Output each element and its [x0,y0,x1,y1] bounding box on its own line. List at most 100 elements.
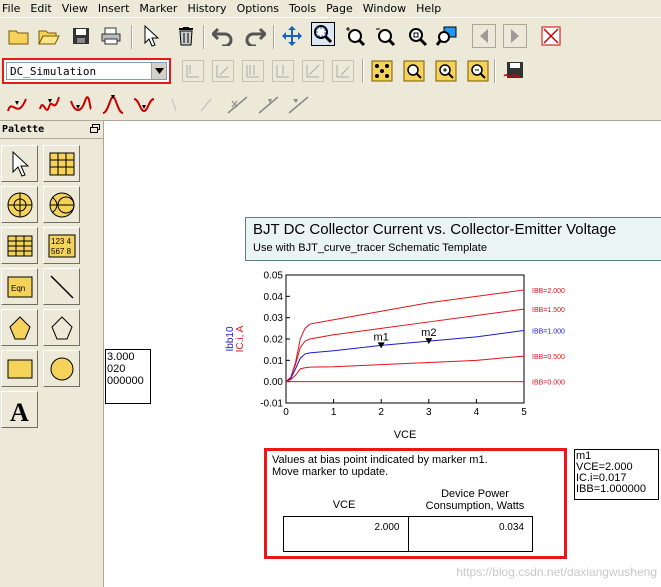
palette-rect-grid-button[interactable] [43,145,80,182]
palette-polar-button[interactable] [43,186,80,223]
menu-marker[interactable]: Marker [135,0,183,17]
y-axis-label: IC.i, A [235,325,246,352]
marker-new-icon[interactable] [6,93,30,117]
trace-option-button[interactable] [212,60,234,82]
trace-option-button[interactable] [332,60,354,82]
x-tick-label: 4 [474,407,480,418]
move-icon[interactable] [280,24,304,48]
marker-disabled-icon[interactable] [166,93,190,117]
zoom-in-grid-icon[interactable] [434,59,458,83]
save-icon[interactable] [69,24,93,48]
toolbar-separator [494,59,496,83]
menu-insert[interactable]: Insert [94,0,136,17]
series-label: IBB=2.000 [532,288,565,295]
redo-icon[interactable] [243,24,267,48]
menu-history[interactable]: History [183,0,232,17]
trace-option-button[interactable] [182,60,204,82]
vce-header: VCE [332,499,356,511]
close-icon[interactable] [539,24,563,48]
marker-min-icon[interactable] [69,93,93,117]
bias-table: 2.000 0.034 [283,516,533,552]
zoom-fit-icon[interactable] [405,24,429,48]
svg-text:567 8: 567 8 [51,247,72,256]
y-tick-label: 0.03 [264,313,284,324]
menu-view[interactable]: View [58,0,94,17]
power-value: 0.034 [498,522,524,533]
dataset-select-box: DC_Simulation [6,62,167,80]
marker-delta-icon[interactable] [287,93,311,117]
watermark: https://blog.csdn.net/daxiangwusheng [456,565,657,579]
menu-bar: File Edit View Insert Marker History Opt… [0,0,661,17]
bias-point-panel[interactable]: Values at bias point indicated by marker… [264,448,567,559]
zoom-out-grid-icon[interactable] [466,59,490,83]
undo-icon[interactable] [211,24,235,48]
menu-edit[interactable]: Edit [26,0,57,17]
series-label: IBB=0.500 [532,354,565,361]
palette-select-button[interactable] [1,145,38,182]
marker-toolbar [0,87,661,121]
palette-polyline-button[interactable] [43,309,80,346]
forward-icon[interactable] [503,24,527,48]
series-label: IBB=0.000 [532,380,565,387]
marker-valley-icon[interactable] [132,93,156,117]
marker-wave-icon[interactable] [38,93,62,117]
zoom-grid-icon[interactable] [402,59,426,83]
palette-text-button[interactable]: A [1,391,38,428]
trace-option-button[interactable] [302,60,324,82]
dataset-select-value: DC_Simulation [10,65,97,78]
x-tick-label: 5 [521,407,527,418]
menu-tools[interactable]: Tools [285,0,322,17]
marker-peak-icon[interactable] [101,93,125,117]
marker-delta-icon[interactable] [226,93,250,117]
marker-readout-box[interactable]: m1 VCE=2.000 IC.i=0.017 IBB=1.000000 [574,449,659,500]
palette-circle-button[interactable] [43,350,80,387]
zoom-out-icon[interactable] [373,24,397,48]
y-tick-label: 0.05 [264,271,284,282]
print-icon[interactable] [99,24,123,48]
restore-icon[interactable] [90,123,100,136]
open-folder-icon[interactable] [37,24,61,48]
trace-option-button[interactable] [242,60,264,82]
menu-help[interactable]: Help [412,0,447,17]
menu-window[interactable]: Window [359,0,412,17]
vce-cell: 2.000 [284,517,409,551]
marker-delta-icon[interactable] [257,93,281,117]
plot-frame [285,274,525,404]
palette-polygon-button[interactable] [1,309,38,346]
palette-rectangle-button[interactable] [1,350,38,387]
delete-icon[interactable] [174,24,198,48]
chevron-down-icon[interactable] [151,63,166,79]
zoom-box-icon[interactable] [311,22,335,46]
menu-page[interactable]: Page [322,0,359,17]
x-tick-label: 0 [283,407,289,418]
toolbar-separator [362,59,364,83]
dataset-toolbar: DC_Simulation [0,54,661,87]
marker-label: m1 [374,331,389,343]
palette-list-button[interactable] [1,227,38,264]
back-icon[interactable] [472,24,496,48]
save-plot-icon[interactable] [502,59,526,83]
svg-text:123 4: 123 4 [51,237,72,246]
palette-title: Palette [2,124,45,135]
zoom-in-icon[interactable] [343,24,367,48]
svg-text:A: A [10,398,29,424]
palette-number-list-button[interactable]: 123 4 567 8 [43,227,80,264]
select-arrow-icon[interactable] [139,24,163,48]
marker-grid-icon[interactable] [370,59,394,83]
palette-line-button[interactable] [43,268,80,305]
toolbar-separator [273,25,275,49]
bias-note: Values at bias point indicated by marker… [272,454,488,478]
marker-disabled-icon[interactable] [196,93,220,117]
menu-options[interactable]: Options [233,0,285,17]
menu-file[interactable]: File [0,0,26,17]
trace-option-button[interactable] [272,60,294,82]
new-folder-icon[interactable] [7,24,31,48]
dataset-select[interactable]: DC_Simulation [2,58,171,84]
x-tick-label: 2 [378,407,384,418]
plot-canvas[interactable]: 3.000 020 000000 BJT DC Collector Curren… [105,122,661,587]
view-icon[interactable] [435,24,459,48]
palette-equation-button[interactable]: Eqn [1,268,38,305]
palette-smith-chart-button[interactable] [1,186,38,223]
y-tick-label: 0.04 [264,292,284,303]
iv-curve-plot[interactable]: 0.050.040.030.020.010.00-0.010 1 2 3 4 5VCEIb… [105,122,661,452]
